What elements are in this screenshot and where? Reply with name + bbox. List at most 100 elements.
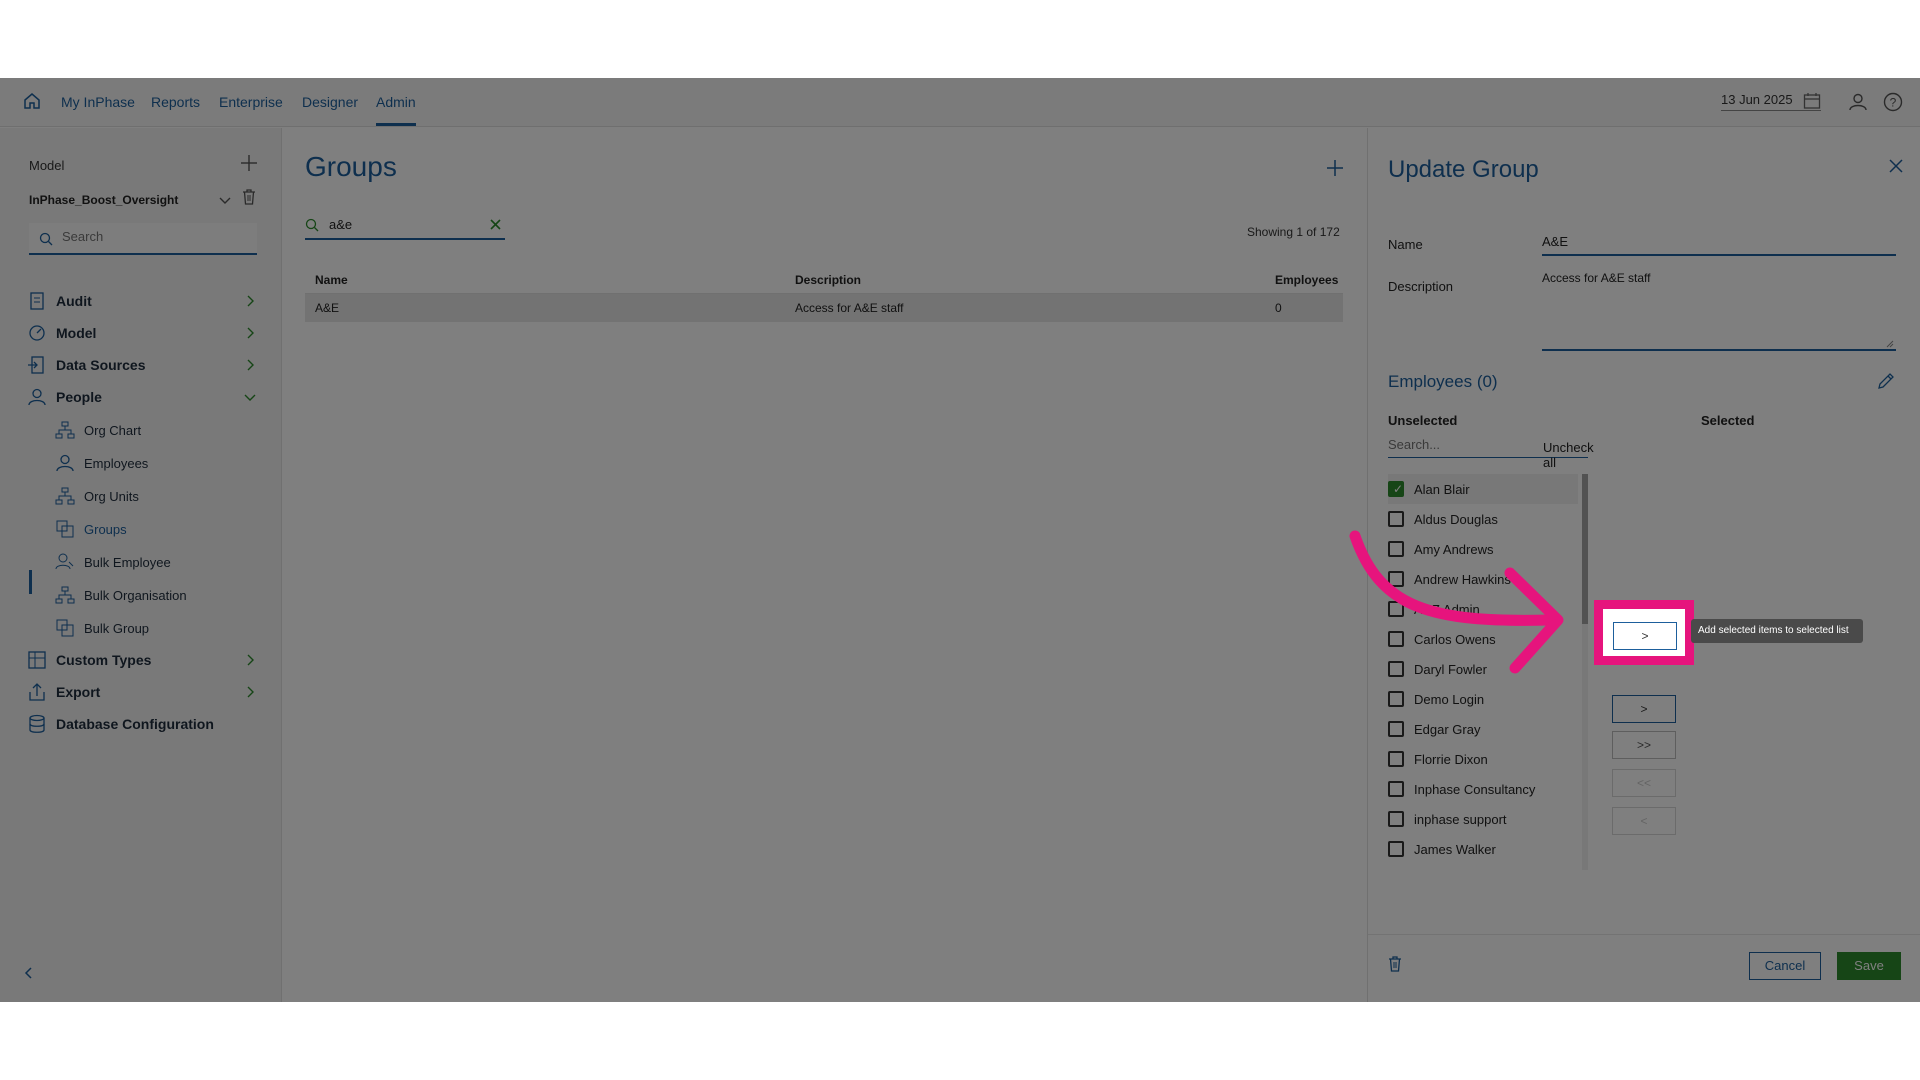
employee-name: James Walker (1414, 842, 1496, 857)
sidebar-item-org-units[interactable]: Org Units (55, 484, 255, 508)
add-group-icon[interactable] (1325, 158, 1345, 178)
employee-search[interactable]: Uncheck all (1388, 433, 1594, 470)
employee-row[interactable]: inphase support (1388, 804, 1578, 834)
add-selected-button-highlighted[interactable]: > (1613, 622, 1677, 650)
pointer-arrow-icon (1349, 530, 1564, 674)
save-button[interactable]: Save (1837, 952, 1901, 980)
sidebar-sub-label: Groups (84, 522, 127, 537)
groups-page: Groups a&e Showing 1 of 172 Name Descrip… (283, 128, 1367, 1002)
sidebar-item-org-chart[interactable]: Org Chart (55, 418, 255, 442)
edit-icon[interactable] (1876, 371, 1896, 391)
app-screen: My InPhase Reports Enterprise Designer A… (0, 78, 1920, 1002)
sidebar-sub-label: Org Units (84, 489, 139, 504)
table-row[interactable]: A&E Access for A&E staff 0 (305, 293, 1343, 322)
employee-row[interactable]: Demo Login (1388, 684, 1578, 714)
groups-search[interactable]: a&e (305, 210, 505, 240)
chevron-down-icon[interactable] (218, 193, 232, 207)
sidebar-sub-label: Org Chart (84, 423, 142, 438)
trash-icon[interactable] (1386, 955, 1404, 973)
checkbox[interactable] (1388, 721, 1404, 737)
add-model-icon[interactable] (239, 153, 259, 173)
resize-handle-icon[interactable] (1886, 340, 1894, 348)
export-icon (29, 683, 45, 701)
cell-description: Access for A&E staff (785, 293, 1265, 322)
sidebar-item-data-sources[interactable]: Data Sources (27, 352, 267, 378)
check-icon: ✓ (1393, 482, 1404, 496)
sidebar-item-label: People (56, 389, 102, 405)
sidebar-item-audit[interactable]: Audit (27, 288, 267, 314)
sidebar-item-database-configuration[interactable]: Database Configuration (27, 711, 267, 737)
employee-name: Florrie Dixon (1414, 752, 1488, 767)
checkbox[interactable] (1388, 781, 1404, 797)
chevron-right-icon (247, 654, 254, 666)
sidebar-item-custom-types[interactable]: Custom Types (27, 647, 267, 673)
column-header[interactable]: Name (305, 267, 785, 294)
sidebar-item-employees[interactable]: Employees (55, 451, 255, 475)
bulk-organisation-icon (55, 586, 75, 604)
description-label: Description (1388, 279, 1454, 294)
employee-row[interactable]: James Walker (1388, 834, 1578, 864)
nav-designer[interactable]: Designer (302, 94, 358, 110)
top-nav: My InPhase Reports Enterprise Designer A… (0, 78, 1920, 127)
sidebar-sub-label: Bulk Organisation (84, 588, 187, 603)
tooltip: Add selected items to selected list (1691, 619, 1863, 643)
nav-enterprise[interactable]: Enterprise (219, 94, 283, 110)
groups-search-input[interactable]: a&e (329, 217, 352, 232)
user-icon[interactable] (1848, 92, 1868, 112)
employee-row[interactable]: Edgar Gray (1388, 714, 1578, 744)
chevron-right-icon (247, 327, 254, 339)
column-header[interactable]: Description (785, 267, 1265, 294)
nav-my-inphase[interactable]: My InPhase (61, 94, 135, 110)
checkbox[interactable] (1388, 811, 1404, 827)
sidebar-item-people[interactable]: People (27, 384, 267, 410)
employee-name: Demo Login (1414, 692, 1485, 707)
collapse-sidebar-icon[interactable] (22, 966, 36, 980)
sidebar-search[interactable] (29, 223, 257, 255)
remove-all-button[interactable]: << (1612, 769, 1676, 797)
calendar-icon[interactable] (1803, 92, 1821, 110)
employee-search-input[interactable] (1388, 437, 1508, 452)
cancel-button[interactable]: Cancel (1749, 952, 1821, 980)
nav-reports[interactable]: Reports (151, 94, 200, 110)
checkbox[interactable] (1388, 691, 1404, 707)
checkbox[interactable] (1388, 841, 1404, 857)
sidebar-search-input[interactable] (62, 229, 242, 244)
groups-table: Name Description Employees A&E Access fo… (305, 267, 1343, 322)
cell-name: A&E (305, 293, 785, 322)
column-header[interactable]: Employees (1265, 267, 1343, 294)
uncheck-all-link[interactable]: Uncheck all (1543, 440, 1594, 470)
add-all-button[interactable]: >> (1612, 731, 1676, 759)
help-icon[interactable]: ? (1883, 92, 1903, 112)
sidebar-item-label: Model (56, 325, 97, 341)
employee-row[interactable]: ✓ Alan Blair (1388, 474, 1578, 504)
checkbox[interactable] (1388, 511, 1404, 527)
remove-selected-button[interactable]: < (1612, 807, 1676, 835)
sidebar-item-model[interactable]: Model (27, 320, 267, 346)
employee-name: Aldus Douglas (1414, 512, 1498, 527)
add-selected-button[interactable]: > (1612, 695, 1676, 723)
description-field[interactable]: Access for A&E staff (1542, 269, 1896, 351)
home-icon[interactable] (22, 91, 42, 111)
checkbox[interactable] (1388, 751, 1404, 767)
close-icon[interactable] (1888, 158, 1904, 174)
clear-icon[interactable] (489, 218, 502, 231)
sidebar-item-bulk-organisation[interactable]: Bulk Organisation (55, 583, 255, 607)
model-select[interactable]: InPhase_Boost_Oversight (29, 193, 178, 207)
chevron-down-icon (244, 394, 256, 401)
checkbox[interactable]: ✓ (1388, 481, 1404, 497)
sidebar-item-groups[interactable]: Groups (55, 517, 255, 541)
nav-admin[interactable]: Admin (376, 94, 416, 110)
highlight-box: > (1594, 600, 1694, 665)
panel-title: Update Group (1388, 156, 1539, 183)
trash-icon[interactable] (240, 188, 258, 206)
sidebar-item-bulk-group[interactable]: Bulk Group (55, 616, 255, 640)
employee-name: Alan Blair (1414, 482, 1470, 497)
sidebar-sub-label: Bulk Employee (84, 555, 171, 570)
sidebar-item-bulk-employee[interactable]: Bulk Employee (55, 550, 255, 574)
employee-row[interactable]: Inphase Consultancy (1388, 774, 1578, 804)
active-indicator (29, 570, 32, 594)
employee-row[interactable]: Florrie Dixon (1388, 744, 1578, 774)
sidebar-item-export[interactable]: Export (27, 679, 267, 705)
name-field[interactable]: A&E (1542, 228, 1896, 256)
sidebar-item-label: Custom Types (56, 652, 152, 668)
